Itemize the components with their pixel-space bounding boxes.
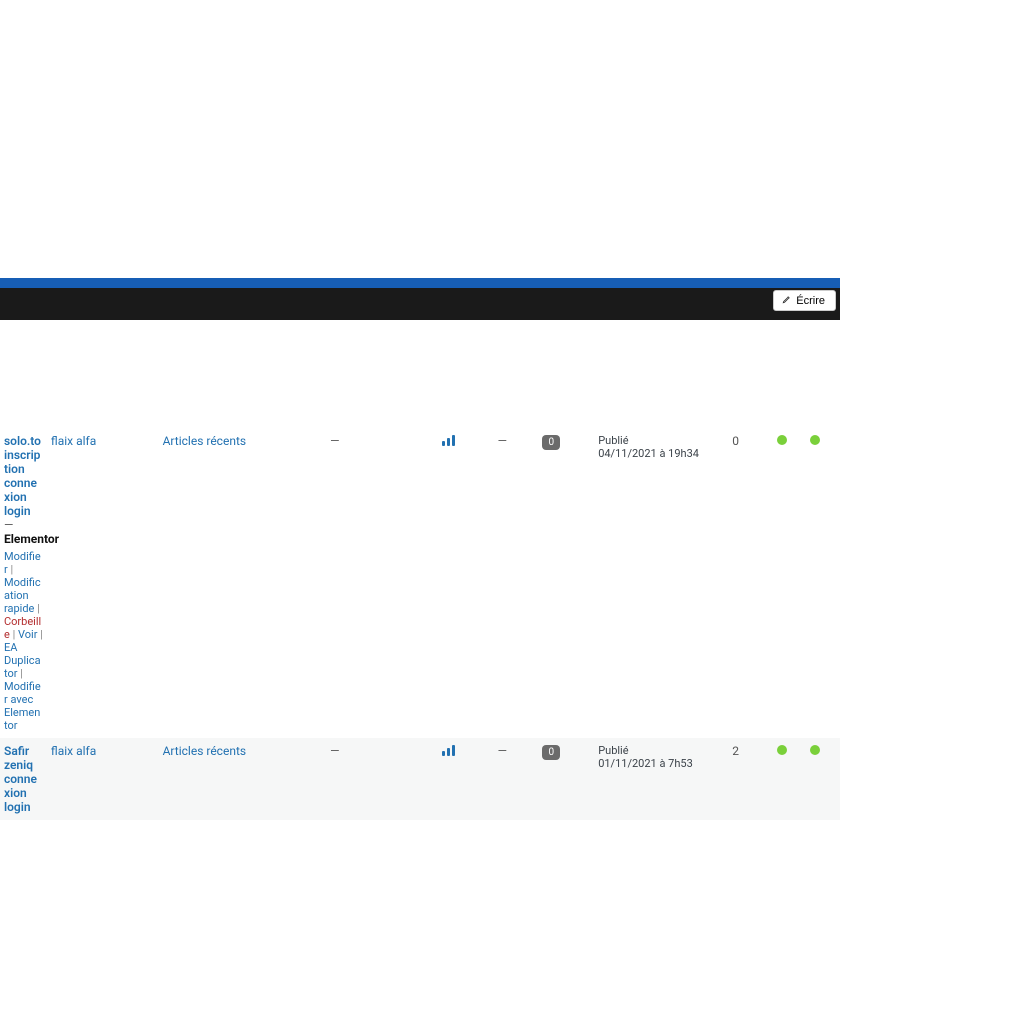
post-title-link[interactable]: Safir zeniq connexion login <box>4 744 37 814</box>
posts-table: solo.to inscription connexion login — El… <box>0 428 840 820</box>
title-dash: — <box>4 518 43 532</box>
content-area: solo.to inscription connexion login — El… <box>0 320 840 820</box>
status-dot-green <box>810 435 820 445</box>
app-window: Écrire solo.to inscription connexion log… <box>0 0 840 1024</box>
author-link[interactable]: flaix alfa <box>51 434 96 448</box>
count-cell: 0 <box>732 434 739 448</box>
date-status: Publié <box>598 434 724 447</box>
table-row: Safir zeniq connexion login flaix alfa A… <box>0 738 840 820</box>
dash-cell: — <box>498 434 507 448</box>
write-button[interactable]: Écrire <box>773 290 836 311</box>
dash-cell: — <box>498 744 507 758</box>
whitespace-top <box>0 0 840 278</box>
count-cell: 2 <box>732 744 739 758</box>
author-link[interactable]: flaix alfa <box>51 744 96 758</box>
status-dot-green <box>777 745 787 755</box>
row-actions: Modifier | Modification rapide | Corbeil… <box>4 550 43 732</box>
admin-bar-blue <box>0 278 840 288</box>
action-modification-rapide[interactable]: Modification rapide <box>4 576 41 615</box>
date-value: 04/11/2021 à 19h34 <box>598 447 724 460</box>
comment-count-badge[interactable]: 0 <box>542 435 560 450</box>
comment-count-badge[interactable]: 0 <box>542 745 560 760</box>
post-title-link[interactable]: solo.to inscription connexion login <box>4 434 41 518</box>
date-value: 01/11/2021 à 7h53 <box>598 757 724 770</box>
status-dot-green <box>777 435 787 445</box>
elementor-tag: Elementor <box>4 532 43 546</box>
pen-icon <box>782 294 792 307</box>
table-row: solo.to inscription connexion login — El… <box>0 428 840 738</box>
status-dot-green <box>810 745 820 755</box>
stats-icon[interactable] <box>442 434 455 446</box>
tags-cell: — <box>330 744 339 758</box>
admin-bar-black: Écrire <box>0 288 840 320</box>
date-status: Publié <box>598 744 724 757</box>
stats-icon[interactable] <box>442 744 455 756</box>
tags-cell: — <box>330 434 339 448</box>
write-button-label: Écrire <box>796 295 825 307</box>
action-voir[interactable]: Voir <box>18 628 37 641</box>
action-modifier-elementor[interactable]: Modifier avec Elementor <box>4 680 41 732</box>
category-link[interactable]: Articles récents <box>163 434 246 448</box>
category-link[interactable]: Articles récents <box>163 744 246 758</box>
